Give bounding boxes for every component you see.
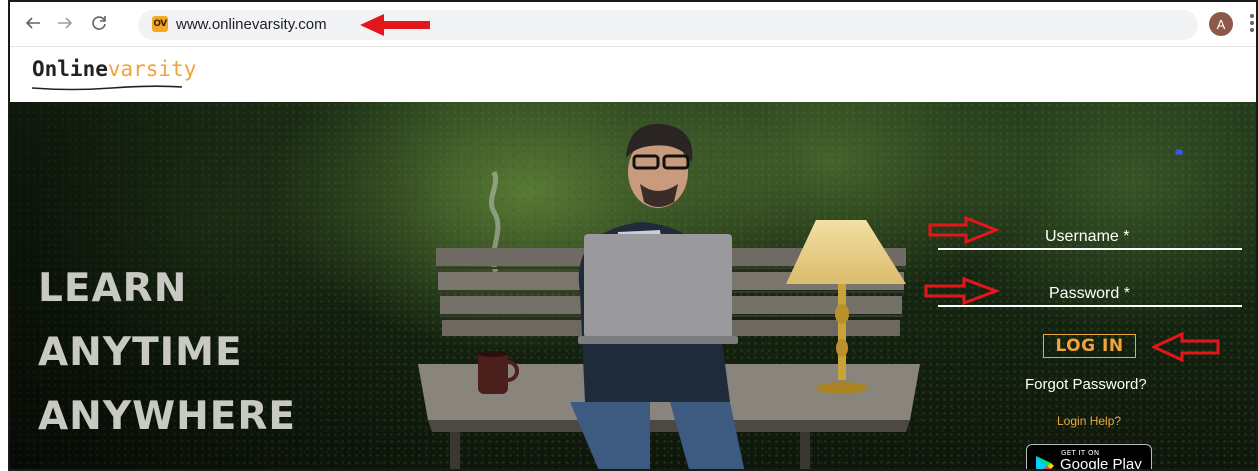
password-label: Password *	[1049, 285, 1130, 302]
login-button[interactable]: LOG IN	[1043, 334, 1136, 358]
hero-banner: LEARN ANYTIME ANYWHERE Username * Passwo…	[10, 102, 1256, 471]
login-form: Username * Password * LOG IN Forgot Pass…	[10, 102, 1256, 471]
logo-underline-icon	[32, 85, 182, 91]
site-header: Onlinevarsity	[10, 46, 1256, 102]
annotation-arrow-login-icon	[1152, 332, 1220, 362]
login-help-link[interactable]: Login Help?	[1057, 414, 1121, 428]
reload-icon[interactable]	[88, 12, 110, 34]
logo-part-online: Online	[32, 57, 108, 81]
menu-dots-icon[interactable]	[1250, 14, 1254, 34]
annotation-arrow-url-icon	[360, 14, 430, 36]
site-favicon: OV	[152, 16, 168, 32]
site-logo[interactable]: Onlinevarsity	[32, 57, 196, 81]
profile-avatar[interactable]: A	[1209, 12, 1233, 36]
username-input[interactable]	[938, 248, 1242, 250]
browser-window: OV www.onlinevarsity.com A Onlinevarsity	[8, 0, 1258, 471]
username-label: Username *	[1045, 228, 1130, 245]
badge-big-text: Google Play	[1060, 456, 1142, 471]
password-input[interactable]	[938, 305, 1242, 307]
back-arrow-icon[interactable]	[22, 12, 44, 34]
logo-part-varsity: varsity	[107, 57, 197, 81]
google-play-badge[interactable]: GET IT ON Google Play	[1026, 444, 1152, 471]
google-play-icon	[1036, 456, 1054, 469]
browser-toolbar: OV www.onlinevarsity.com A	[10, 2, 1256, 46]
forgot-password-link[interactable]: Forgot Password?	[1025, 376, 1147, 393]
annotation-arrow-username-icon	[928, 216, 1000, 244]
annotation-arrow-password-icon	[924, 277, 1000, 305]
forward-arrow-icon[interactable]	[54, 12, 76, 34]
url-text[interactable]: www.onlinevarsity.com	[176, 16, 327, 33]
